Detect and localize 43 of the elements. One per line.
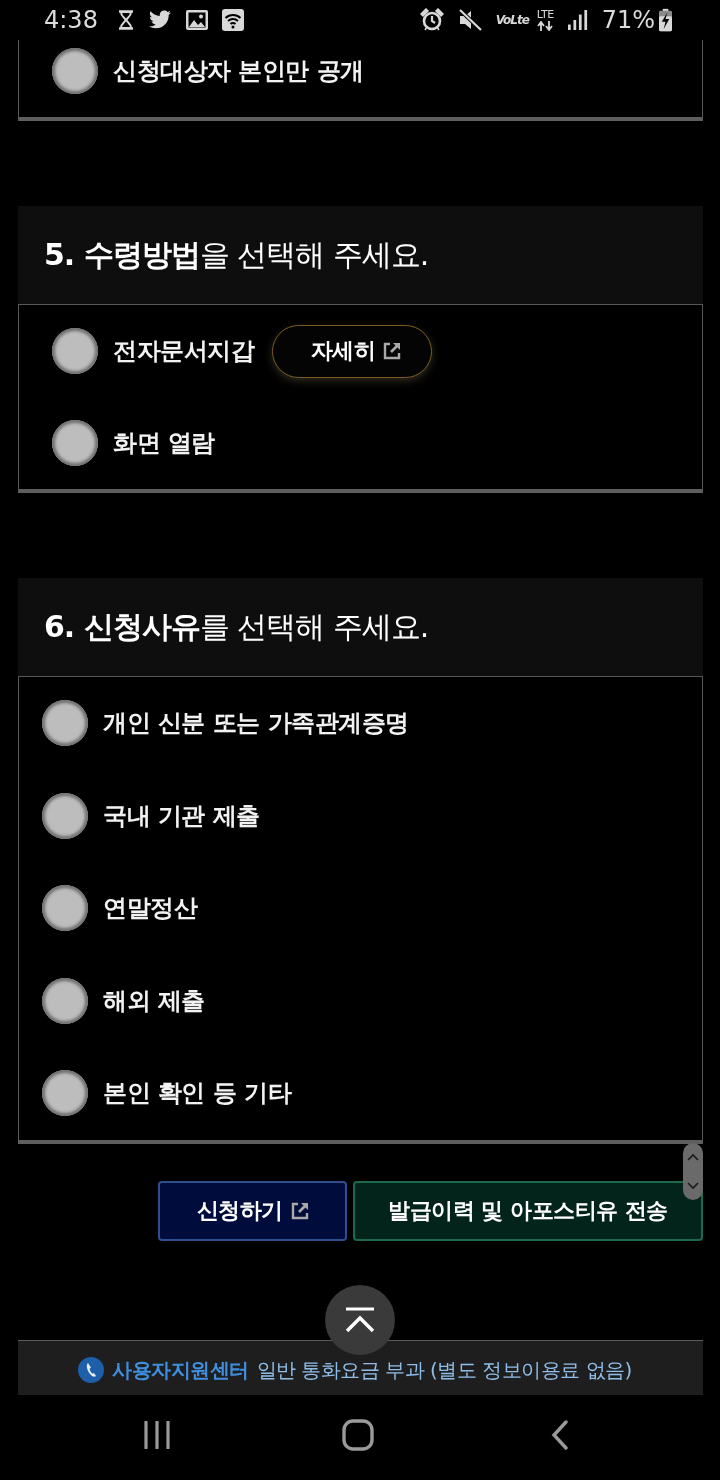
radio-button[interactable] — [42, 792, 88, 839]
battery-percent: 71% — [601, 6, 655, 34]
scroll-handle[interactable] — [683, 1143, 703, 1200]
radio-button[interactable] — [42, 1070, 88, 1117]
radio-button[interactable] — [42, 700, 88, 747]
network-type-label: LTE — [536, 9, 554, 20]
send-history-button[interactable]: 발급이력 및 아포스티유 전송 — [353, 1180, 703, 1241]
option-label: 개인 신분 또는 가족관계증명 — [103, 708, 409, 739]
call-charge-note: 일반 통화요금 부과 (별도 정보이용료 없음) — [256, 1356, 632, 1384]
radio-button[interactable] — [42, 885, 88, 932]
option-label: 해외 제출 — [103, 985, 205, 1016]
wifi-icon — [221, 9, 244, 31]
apply-button[interactable]: 신청하기 — [158, 1180, 347, 1241]
hourglass-icon — [117, 10, 134, 30]
signal-icon — [567, 9, 588, 31]
clock-time: 4:38 — [44, 6, 98, 34]
section-title: 5. 수령방법을 선택해 주세요. — [44, 236, 429, 274]
option-label: 화면 열람 — [113, 428, 215, 458]
option-label: 전자문서지갑 — [113, 336, 254, 366]
section-title: 6. 신청사유를 선택해 주세요. — [44, 608, 429, 646]
home-icon[interactable] — [342, 1418, 374, 1451]
battery-charging-icon — [659, 8, 672, 32]
phone-icon — [78, 1357, 104, 1383]
option-label: 연말정산 — [103, 893, 197, 924]
option-label: 본인 확인 등 기타 — [103, 1078, 292, 1109]
option-label: 신청대상자 본인만 공개 — [113, 56, 364, 86]
volte-label: VoLte — [495, 13, 529, 27]
details-button[interactable]: 자세히 — [272, 324, 432, 378]
mute-icon — [457, 9, 482, 31]
back-icon[interactable] — [551, 1419, 569, 1450]
option-label: 국내 기관 제출 — [103, 800, 260, 831]
recent-apps-icon[interactable] — [143, 1420, 171, 1449]
bird-icon — [147, 10, 172, 30]
radio-button[interactable] — [52, 420, 98, 466]
chevron-up-icon — [687, 1153, 699, 1161]
radio-button[interactable] — [52, 48, 98, 94]
alarm-clock-icon — [419, 8, 444, 32]
support-center-link[interactable]: 사용자지원센터 — [112, 1356, 249, 1384]
radio-button[interactable] — [52, 328, 98, 374]
image-icon — [185, 10, 208, 30]
chevron-down-icon — [687, 1182, 699, 1190]
data-arrows-icon — [537, 21, 554, 31]
radio-button[interactable] — [42, 977, 88, 1024]
